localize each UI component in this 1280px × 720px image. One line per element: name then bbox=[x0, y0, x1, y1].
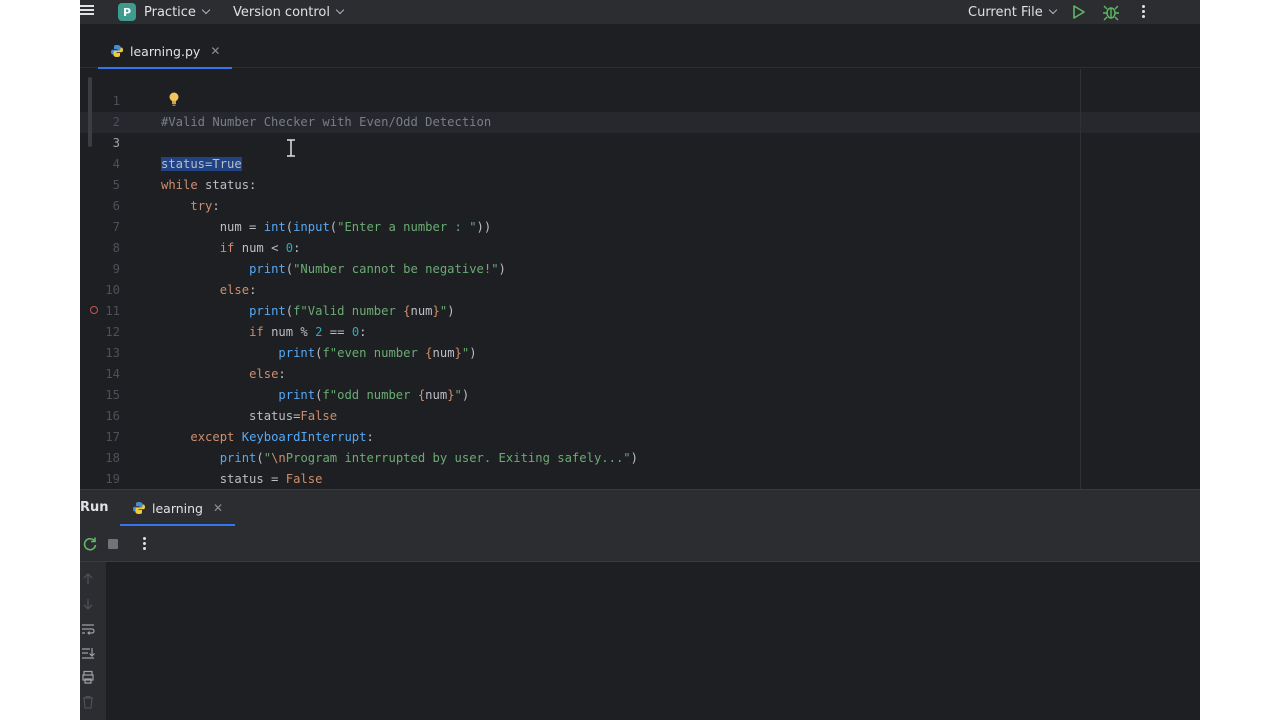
run-icon[interactable] bbox=[1072, 4, 1086, 20]
code-line: 17 print("\nProgram interrupted by user.… bbox=[80, 406, 1080, 465]
project-badge: P bbox=[118, 3, 136, 21]
more-options-icon[interactable] bbox=[142, 535, 146, 553]
code-line: 2 bbox=[80, 91, 1080, 129]
scroll-to-end-icon[interactable] bbox=[81, 646, 95, 660]
python-icon bbox=[133, 502, 145, 514]
version-control-label: Version control bbox=[233, 4, 330, 20]
arrow-down-icon[interactable] bbox=[81, 597, 95, 611]
python-icon bbox=[111, 45, 123, 57]
project-selector[interactable]: P Practice bbox=[118, 1, 211, 23]
arrow-up-icon[interactable] bbox=[81, 572, 95, 586]
code-line: 9 else: bbox=[80, 238, 1080, 297]
stop-icon[interactable] bbox=[108, 539, 118, 549]
console-output[interactable] bbox=[106, 562, 1200, 720]
close-icon[interactable]: ✕ bbox=[213, 501, 223, 515]
right-margin-guide bbox=[1080, 69, 1081, 489]
lightbulb-icon[interactable] bbox=[168, 91, 180, 107]
code-line: 8 print("Number cannot be negative!") bbox=[80, 217, 1080, 276]
code-line: 7 if num < 0: bbox=[80, 196, 1080, 255]
rerun-icon[interactable] bbox=[82, 536, 98, 552]
code-editor[interactable]: 1 #Valid Number Checker with Even/Odd De… bbox=[80, 69, 1200, 489]
code-line: 15 status=False bbox=[80, 364, 1080, 423]
run-tab-learning[interactable]: learning ✕ bbox=[120, 490, 236, 526]
tab-label: learning.py bbox=[130, 43, 201, 59]
code-line: 3 status=True bbox=[80, 112, 1080, 171]
version-control-menu[interactable]: Version control bbox=[233, 1, 345, 23]
code-line: 16 except KeyboardInterrupt: bbox=[80, 385, 1080, 444]
code-line: 10 print(f"Valid number {num}") bbox=[80, 259, 1080, 318]
print-icon[interactable] bbox=[81, 670, 95, 684]
project-name: Practice bbox=[144, 4, 196, 20]
tab-learning-py[interactable]: learning.py ✕ bbox=[98, 34, 233, 69]
close-icon[interactable]: ✕ bbox=[210, 44, 220, 58]
code-line: 20 print("Invalid input! Please enter a … bbox=[80, 469, 1080, 489]
run-configuration-selector[interactable]: Current File bbox=[968, 1, 1057, 23]
run-toolbar bbox=[80, 526, 1200, 562]
code-line: 19 except ValueError as e: bbox=[80, 448, 1080, 486]
code-line: 12 print(f"even number {num}") bbox=[80, 301, 1080, 360]
debug-icon[interactable] bbox=[1102, 3, 1120, 21]
chevron-down-icon bbox=[201, 5, 211, 15]
code-line: 18 status = False bbox=[80, 427, 1080, 486]
hamburger-menu-icon[interactable] bbox=[80, 3, 96, 19]
soft-wrap-icon[interactable] bbox=[81, 622, 95, 636]
run-tool-window: Run learning ✕ bbox=[80, 489, 1200, 720]
code-line: 5 try: bbox=[80, 154, 1080, 213]
text-cursor-icon bbox=[287, 139, 295, 157]
code-line: 13 else: bbox=[80, 322, 1080, 381]
code-line: 6 num = int(input("Enter a number : ")) bbox=[80, 175, 1080, 234]
code-line: 14 print(f"odd number {num}") bbox=[80, 343, 1080, 402]
code-line: 1 #Valid Number Checker with Even/Odd De… bbox=[80, 70, 1080, 129]
run-title: Run bbox=[80, 500, 109, 515]
run-sidebar bbox=[80, 562, 106, 720]
code-line: 11 if num % 2 == 0: bbox=[80, 280, 1080, 339]
run-header: Run learning ✕ bbox=[80, 490, 1200, 526]
title-bar: P Practice Version control Current File bbox=[80, 0, 1200, 24]
editor-tab-bar: learning.py ✕ bbox=[80, 34, 1200, 69]
chevron-down-icon bbox=[335, 5, 345, 15]
code-line: 4 while status: bbox=[80, 133, 1080, 192]
trash-icon[interactable] bbox=[81, 695, 95, 709]
chevron-down-icon bbox=[1048, 5, 1057, 15]
run-configuration-label: Current File bbox=[968, 4, 1043, 20]
more-options-icon[interactable] bbox=[1138, 3, 1148, 21]
ide-window: P Practice Version control Current File bbox=[80, 0, 1200, 720]
run-tab-label: learning bbox=[152, 500, 203, 516]
